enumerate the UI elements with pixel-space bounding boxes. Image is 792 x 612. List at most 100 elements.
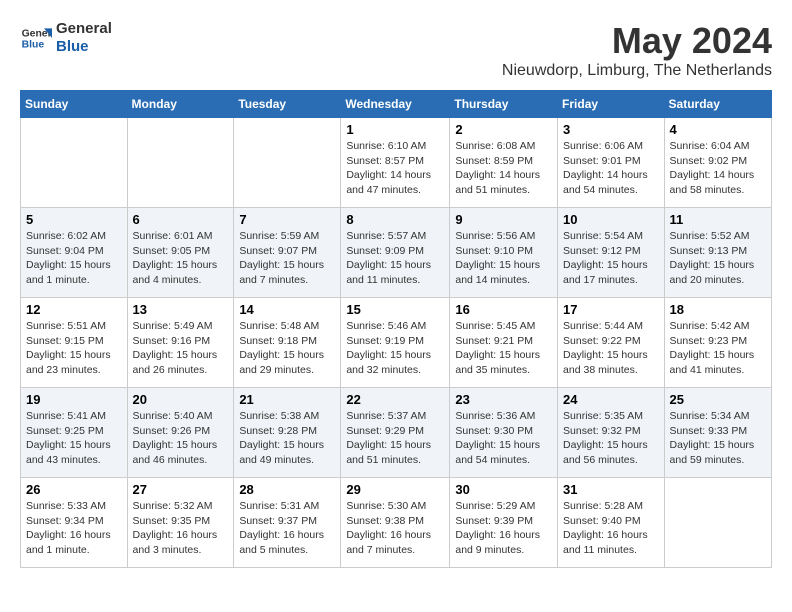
sunset-text: Sunset: 9:21 PM [455, 335, 533, 347]
sunset-text: Sunset: 9:18 PM [239, 335, 317, 347]
day-number: 11 [670, 212, 766, 227]
calendar-cell: 5 Sunrise: 6:02 AM Sunset: 9:04 PM Dayli… [21, 208, 128, 298]
daylight-text: Daylight: 15 hours and 29 minutes. [239, 349, 324, 376]
calendar-cell: 20 Sunrise: 5:40 AM Sunset: 9:26 PM Dayl… [127, 388, 234, 478]
calendar-cell: 7 Sunrise: 5:59 AM Sunset: 9:07 PM Dayli… [234, 208, 341, 298]
calendar-cell [664, 478, 771, 568]
calendar-cell: 23 Sunrise: 5:36 AM Sunset: 9:30 PM Dayl… [450, 388, 558, 478]
day-info: Sunrise: 5:29 AM Sunset: 9:39 PM Dayligh… [455, 499, 552, 558]
day-number: 12 [26, 302, 122, 317]
header-tuesday: Tuesday [234, 91, 341, 118]
daylight-text: Daylight: 16 hours and 9 minutes. [455, 529, 540, 556]
day-number: 1 [346, 122, 444, 137]
sunset-text: Sunset: 9:38 PM [346, 515, 424, 527]
sunrise-text: Sunrise: 5:34 AM [670, 410, 750, 422]
day-info: Sunrise: 6:04 AM Sunset: 9:02 PM Dayligh… [670, 139, 766, 198]
calendar-cell [234, 118, 341, 208]
sunrise-text: Sunrise: 5:59 AM [239, 230, 319, 242]
calendar-cell [21, 118, 128, 208]
calendar-cell: 31 Sunrise: 5:28 AM Sunset: 9:40 PM Dayl… [558, 478, 665, 568]
sunset-text: Sunset: 9:13 PM [670, 245, 748, 257]
calendar-cell: 16 Sunrise: 5:45 AM Sunset: 9:21 PM Dayl… [450, 298, 558, 388]
day-number: 20 [133, 392, 229, 407]
sunrise-text: Sunrise: 5:51 AM [26, 320, 106, 332]
sunrise-text: Sunrise: 5:36 AM [455, 410, 535, 422]
daylight-text: Daylight: 15 hours and 11 minutes. [346, 259, 431, 286]
daylight-text: Daylight: 15 hours and 23 minutes. [26, 349, 111, 376]
day-number: 26 [26, 482, 122, 497]
day-info: Sunrise: 5:31 AM Sunset: 9:37 PM Dayligh… [239, 499, 335, 558]
sunrise-text: Sunrise: 5:29 AM [455, 500, 535, 512]
day-info: Sunrise: 5:32 AM Sunset: 9:35 PM Dayligh… [133, 499, 229, 558]
day-info: Sunrise: 5:35 AM Sunset: 9:32 PM Dayligh… [563, 409, 659, 468]
sunset-text: Sunset: 9:07 PM [239, 245, 317, 257]
day-info: Sunrise: 6:10 AM Sunset: 8:57 PM Dayligh… [346, 139, 444, 198]
header-wednesday: Wednesday [341, 91, 450, 118]
logo-icon: General Blue [20, 22, 52, 54]
sunrise-text: Sunrise: 5:41 AM [26, 410, 106, 422]
calendar-cell: 10 Sunrise: 5:54 AM Sunset: 9:12 PM Dayl… [558, 208, 665, 298]
calendar-cell: 18 Sunrise: 5:42 AM Sunset: 9:23 PM Dayl… [664, 298, 771, 388]
sunset-text: Sunset: 8:59 PM [455, 155, 533, 167]
day-number: 21 [239, 392, 335, 407]
day-number: 13 [133, 302, 229, 317]
day-number: 15 [346, 302, 444, 317]
calendar-cell: 14 Sunrise: 5:48 AM Sunset: 9:18 PM Dayl… [234, 298, 341, 388]
sunrise-text: Sunrise: 5:35 AM [563, 410, 643, 422]
daylight-text: Daylight: 16 hours and 1 minute. [26, 529, 111, 556]
sunset-text: Sunset: 9:39 PM [455, 515, 533, 527]
calendar-cell: 22 Sunrise: 5:37 AM Sunset: 9:29 PM Dayl… [341, 388, 450, 478]
day-number: 4 [670, 122, 766, 137]
day-info: Sunrise: 6:06 AM Sunset: 9:01 PM Dayligh… [563, 139, 659, 198]
sunset-text: Sunset: 9:10 PM [455, 245, 533, 257]
sunset-text: Sunset: 9:35 PM [133, 515, 211, 527]
day-info: Sunrise: 5:48 AM Sunset: 9:18 PM Dayligh… [239, 319, 335, 378]
day-info: Sunrise: 5:41 AM Sunset: 9:25 PM Dayligh… [26, 409, 122, 468]
daylight-text: Daylight: 14 hours and 54 minutes. [563, 169, 648, 196]
day-number: 29 [346, 482, 444, 497]
day-number: 31 [563, 482, 659, 497]
sunset-text: Sunset: 9:05 PM [133, 245, 211, 257]
calendar-cell: 4 Sunrise: 6:04 AM Sunset: 9:02 PM Dayli… [664, 118, 771, 208]
day-info: Sunrise: 5:30 AM Sunset: 9:38 PM Dayligh… [346, 499, 444, 558]
daylight-text: Daylight: 15 hours and 41 minutes. [670, 349, 755, 376]
calendar-cell: 25 Sunrise: 5:34 AM Sunset: 9:33 PM Dayl… [664, 388, 771, 478]
day-number: 24 [563, 392, 659, 407]
daylight-text: Daylight: 14 hours and 58 minutes. [670, 169, 755, 196]
day-number: 23 [455, 392, 552, 407]
daylight-text: Daylight: 15 hours and 56 minutes. [563, 439, 648, 466]
sunrise-text: Sunrise: 5:38 AM [239, 410, 319, 422]
sunset-text: Sunset: 9:22 PM [563, 335, 641, 347]
header-monday: Monday [127, 91, 234, 118]
day-info: Sunrise: 5:49 AM Sunset: 9:16 PM Dayligh… [133, 319, 229, 378]
day-info: Sunrise: 5:44 AM Sunset: 9:22 PM Dayligh… [563, 319, 659, 378]
header-row: Sunday Monday Tuesday Wednesday Thursday… [21, 91, 772, 118]
day-number: 14 [239, 302, 335, 317]
calendar-cell: 27 Sunrise: 5:32 AM Sunset: 9:35 PM Dayl… [127, 478, 234, 568]
sunset-text: Sunset: 9:19 PM [346, 335, 424, 347]
day-info: Sunrise: 5:28 AM Sunset: 9:40 PM Dayligh… [563, 499, 659, 558]
sunset-text: Sunset: 9:01 PM [563, 155, 641, 167]
calendar-cell: 9 Sunrise: 5:56 AM Sunset: 9:10 PM Dayli… [450, 208, 558, 298]
calendar-cell: 19 Sunrise: 5:41 AM Sunset: 9:25 PM Dayl… [21, 388, 128, 478]
day-info: Sunrise: 5:57 AM Sunset: 9:09 PM Dayligh… [346, 229, 444, 288]
calendar-table: Sunday Monday Tuesday Wednesday Thursday… [20, 90, 772, 568]
week-row-5: 26 Sunrise: 5:33 AM Sunset: 9:34 PM Dayl… [21, 478, 772, 568]
day-number: 7 [239, 212, 335, 227]
daylight-text: Daylight: 15 hours and 38 minutes. [563, 349, 648, 376]
day-number: 28 [239, 482, 335, 497]
sunset-text: Sunset: 9:09 PM [346, 245, 424, 257]
daylight-text: Daylight: 15 hours and 49 minutes. [239, 439, 324, 466]
daylight-text: Daylight: 15 hours and 20 minutes. [670, 259, 755, 286]
logo: General Blue General Blue [20, 20, 112, 56]
sunset-text: Sunset: 9:25 PM [26, 425, 104, 437]
header-saturday: Saturday [664, 91, 771, 118]
calendar-cell: 17 Sunrise: 5:44 AM Sunset: 9:22 PM Dayl… [558, 298, 665, 388]
day-number: 30 [455, 482, 552, 497]
sunset-text: Sunset: 9:29 PM [346, 425, 424, 437]
daylight-text: Daylight: 15 hours and 46 minutes. [133, 439, 218, 466]
calendar-cell: 8 Sunrise: 5:57 AM Sunset: 9:09 PM Dayli… [341, 208, 450, 298]
header-friday: Friday [558, 91, 665, 118]
daylight-text: Daylight: 16 hours and 5 minutes. [239, 529, 324, 556]
month-title: May 2024 [502, 20, 772, 62]
